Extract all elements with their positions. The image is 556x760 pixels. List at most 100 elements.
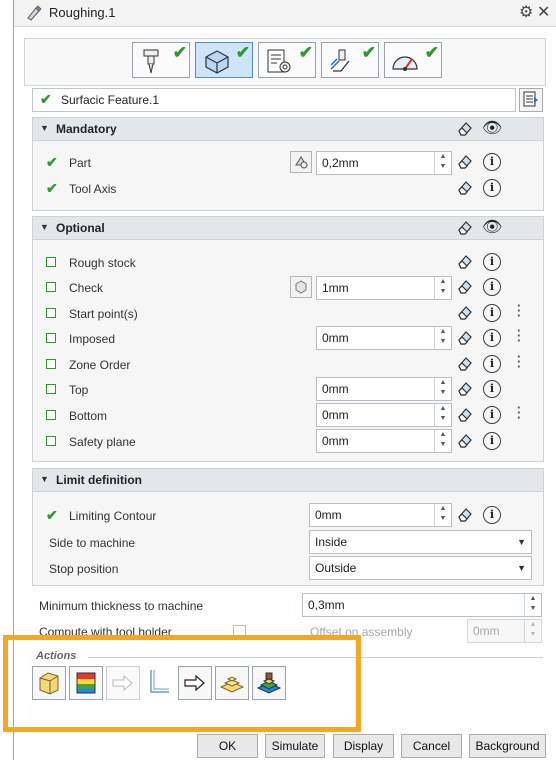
imposed-input[interactable]: 0mm ▲ ▼ <box>316 326 452 350</box>
safety-plane-input[interactable]: 0mm ▲ ▼ <box>316 429 452 453</box>
title-bar: Roughing.1 ⚙ ✕ <box>14 0 556 27</box>
eraser-icon[interactable] <box>456 329 474 345</box>
limiting-contour-input[interactable]: 0mm ▲ ▼ <box>309 503 452 527</box>
tab-feedrate[interactable]: ✔ <box>384 42 442 78</box>
spin-arrows[interactable]: ▲ ▼ <box>434 404 451 426</box>
info-icon[interactable]: i <box>483 179 501 197</box>
feature-list-button[interactable] <box>519 88 543 112</box>
mandatory-title: Mandatory <box>56 122 117 136</box>
ok-button[interactable]: OK <box>197 734 258 758</box>
info-icon[interactable]: i <box>483 278 501 296</box>
feature-field[interactable]: ✔ Surfacic Feature.1 <box>32 88 516 112</box>
unchecked-square-icon <box>46 333 56 343</box>
spin-arrows[interactable]: ▲ ▼ <box>524 620 541 642</box>
eraser-icon[interactable] <box>456 253 474 269</box>
background-button[interactable]: Background <box>469 734 546 758</box>
eraser-icon[interactable] <box>456 278 474 294</box>
simulate-button[interactable]: Simulate <box>265 734 325 758</box>
info-icon[interactable]: i <box>483 329 501 347</box>
close-icon[interactable]: ✕ <box>537 2 550 22</box>
eraser-icon[interactable] <box>456 406 474 422</box>
eraser-icon[interactable] <box>456 304 474 320</box>
tab-geometry[interactable]: ✔ <box>195 42 253 78</box>
info-icon[interactable]: i <box>483 304 501 322</box>
eraser-icon[interactable] <box>456 153 474 169</box>
eraser-icon[interactable] <box>456 380 474 396</box>
part-label: Part <box>69 156 92 170</box>
collapse-triangle-icon[interactable]: ▼ <box>40 222 49 232</box>
unchecked-square-icon <box>46 436 56 446</box>
geometry-tab-icon <box>205 50 229 74</box>
min-thickness-label: Minimum thickness to machine <box>39 599 204 613</box>
eye-icon[interactable]: 👁 <box>482 217 502 237</box>
check-offset-input[interactable]: 1mm ▲ ▼ <box>316 276 452 300</box>
check-icon: ✔ <box>40 91 52 107</box>
more-options-icon[interactable]: · · · <box>517 324 521 347</box>
side-to-machine-select[interactable]: Inside ▼ <box>309 530 532 554</box>
check-icon: ✔ <box>235 43 250 62</box>
eye-icon[interactable]: 👁 <box>482 118 502 138</box>
check-label: Check <box>69 281 104 295</box>
gear-icon[interactable]: ⚙ <box>519 2 533 22</box>
display-button[interactable]: Display <box>333 734 394 758</box>
zone-order-label: Zone Order <box>69 358 131 372</box>
stop-position-select[interactable]: Outside ▼ <box>309 556 532 580</box>
eraser-icon[interactable] <box>456 219 474 235</box>
tab-strip: ✔ ✔ ✔ ✔ ✔ <box>24 38 546 86</box>
rough-stock-label: Rough stock <box>69 256 136 270</box>
top-input[interactable]: 0mm ▲ ▼ <box>316 377 452 401</box>
more-options-icon[interactable]: · · · <box>517 299 521 322</box>
bottom-input[interactable]: 0mm ▲ ▼ <box>316 403 452 427</box>
eraser-icon[interactable] <box>456 432 474 448</box>
tab-strategy[interactable]: ✔ <box>258 42 316 78</box>
check-select-button[interactable] <box>290 276 312 298</box>
cancel-button[interactable]: Cancel <box>401 734 462 758</box>
info-icon[interactable]: i <box>483 253 501 271</box>
chevron-down-icon: ▼ <box>517 537 526 547</box>
part-icon <box>295 156 308 169</box>
roughing-icon <box>27 5 42 21</box>
offset-assembly-input[interactable]: 0mm ▲ ▼ <box>467 619 542 643</box>
spin-arrows[interactable]: ▲ ▼ <box>434 504 451 526</box>
part-select-button[interactable] <box>290 151 312 173</box>
check-icon: ✔ <box>172 43 187 62</box>
limiting-contour-label: Limiting Contour <box>69 509 157 523</box>
part-offset-input[interactable]: 0,2mm ▲ ▼ <box>316 151 452 175</box>
min-thickness-input[interactable]: 0,3mm ▲ ▼ <box>302 593 542 617</box>
tab-tool[interactable]: ✔ <box>132 42 190 78</box>
info-icon[interactable]: i <box>483 153 501 171</box>
check-icon: ✔ <box>46 180 58 196</box>
spin-arrows[interactable]: ▲ ▼ <box>434 327 451 349</box>
eraser-icon[interactable] <box>456 120 474 136</box>
check-icon: ✔ <box>46 507 58 523</box>
info-icon[interactable]: i <box>483 506 501 524</box>
unchecked-square-icon <box>46 308 56 318</box>
info-icon[interactable]: i <box>483 432 501 450</box>
spin-arrows[interactable]: ▲ ▼ <box>434 378 451 400</box>
info-icon[interactable]: i <box>483 406 501 424</box>
collapse-triangle-icon[interactable]: ▼ <box>40 474 49 484</box>
eraser-icon[interactable] <box>456 506 474 522</box>
optional-title: Optional <box>56 221 105 235</box>
spin-arrows[interactable]: ▲ ▼ <box>524 594 541 616</box>
more-options-icon[interactable]: · · · <box>517 350 521 373</box>
spin-arrows[interactable]: ▲ ▼ <box>434 152 451 174</box>
actions-highlight-box <box>3 635 361 732</box>
strategy-tab-icon <box>267 49 291 73</box>
tab-macro[interactable]: ✔ <box>321 42 379 78</box>
collapse-triangle-icon[interactable]: ▼ <box>40 123 49 133</box>
feature-name: Surfacic Feature.1 <box>61 93 160 107</box>
info-icon[interactable]: i <box>483 380 501 398</box>
spin-arrows[interactable]: ▲ ▼ <box>434 277 451 299</box>
more-options-icon[interactable]: · · · <box>517 401 521 424</box>
spin-arrows[interactable]: ▲ ▼ <box>434 430 451 452</box>
check-icon: ✔ <box>424 43 439 62</box>
eraser-icon[interactable] <box>456 179 474 195</box>
check-geometry-icon <box>295 280 307 294</box>
eraser-icon[interactable] <box>456 355 474 371</box>
macro-tab-icon <box>330 49 350 72</box>
bottom-label: Bottom <box>69 409 108 423</box>
info-icon[interactable]: i <box>483 355 501 373</box>
limit-definition-header[interactable]: ▼ Limit definition <box>33 469 543 492</box>
list-edit-icon <box>523 91 538 107</box>
